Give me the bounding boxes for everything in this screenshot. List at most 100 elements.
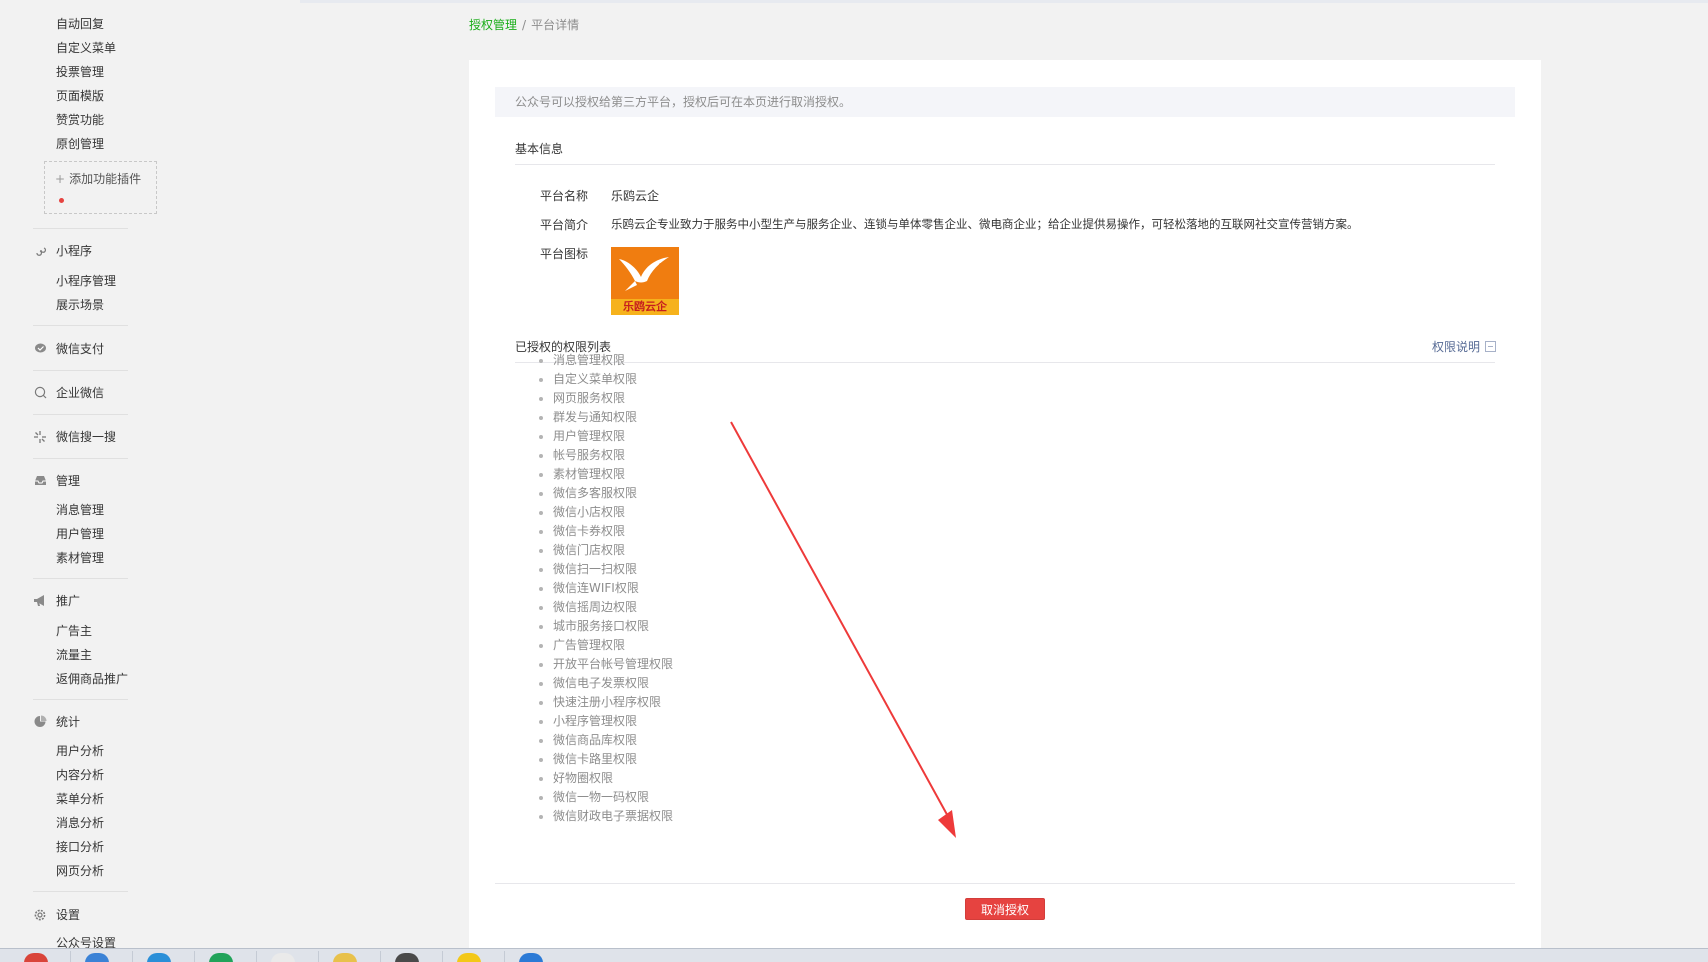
- sidebar-item-user-analysis[interactable]: 用户分析: [56, 742, 104, 759]
- platform-name-label: 平台名称: [540, 189, 589, 203]
- miniprogram-icon: [33, 244, 47, 258]
- permission-item: 城市服务接口权限: [539, 617, 673, 636]
- sidebar-item-vote[interactable]: 投票管理: [56, 63, 104, 80]
- permission-item: 快速注册小程序权限: [539, 693, 673, 712]
- sidebar-item-page-template[interactable]: 页面模版: [56, 87, 104, 104]
- sidebar-section-stats[interactable]: 统计: [33, 713, 80, 730]
- sidebar-section-wxpay[interactable]: 微信支付: [33, 340, 104, 357]
- inbox-icon: [33, 474, 47, 488]
- sidebar-item-advertiser[interactable]: 广告主: [56, 622, 92, 639]
- taskbar-app-icon[interactable]: [504, 951, 561, 962]
- permission-item: 网页服务权限: [539, 389, 673, 408]
- permission-item: 微信一物一码权限: [539, 788, 673, 807]
- add-plugin-label: + 添加功能插件: [55, 172, 142, 186]
- taskbar-app-icon[interactable]: [194, 951, 251, 962]
- permission-item: 微信门店权限: [539, 541, 673, 560]
- permission-item: 微信商品库权限: [539, 731, 673, 750]
- collapse-icon: [1485, 341, 1497, 352]
- megaphone-icon: [33, 594, 47, 608]
- logo-text: 乐鸥云企: [611, 299, 679, 315]
- sidebar-divider: [33, 458, 128, 459]
- add-plugin-button[interactable]: + 添加功能插件: [44, 161, 157, 214]
- taskbar-app-icon[interactable]: [10, 951, 66, 962]
- cancel-authorization-button[interactable]: 取消授权: [965, 898, 1045, 920]
- sidebar-item-original[interactable]: 原创管理: [56, 135, 104, 152]
- permission-item: 帐号服务权限: [539, 446, 673, 465]
- platform-intro-value: 乐鸥云企专业致力于服务中小型生产与服务企业、连锁与单体零售企业、微电商企业；给企…: [611, 217, 1359, 231]
- permission-item: 微信卡券权限: [539, 522, 673, 541]
- sidebar-section-wework[interactable]: 企业微信: [33, 384, 104, 401]
- taskbar-app-icon[interactable]: [318, 951, 375, 962]
- sidebar-item-content-analysis[interactable]: 内容分析: [56, 766, 104, 783]
- new-badge-dot: [59, 198, 64, 203]
- taskbar-app-icon[interactable]: [70, 951, 127, 962]
- sidebar-section-search[interactable]: 微信搜一搜: [33, 428, 116, 445]
- sidebar-item-auto-reply[interactable]: 自动回复: [56, 15, 104, 32]
- taskbar-app-icon[interactable]: [256, 951, 313, 962]
- permission-item: 素材管理权限: [539, 465, 673, 484]
- taskbar-app-icon[interactable]: [380, 951, 437, 962]
- sidebar-item-message-manage[interactable]: 消息管理: [56, 501, 104, 518]
- permission-item: 微信财政电子票据权限: [539, 807, 673, 826]
- sidebar-item-message-analysis[interactable]: 消息分析: [56, 814, 104, 831]
- sidebar-divider: [33, 699, 128, 700]
- plus-icon: +: [55, 172, 66, 186]
- sidebar-divider: [33, 228, 128, 229]
- sidebar-item-menu-analysis[interactable]: 菜单分析: [56, 790, 104, 807]
- sidebar-divider: [33, 414, 128, 415]
- platform-name-value: 乐鸥云企: [611, 189, 660, 203]
- permission-item: 群发与通知权限: [539, 408, 673, 427]
- platform-intro-label: 平台简介: [540, 218, 589, 232]
- sidebar: 自动回复 自定义菜单 投票管理 页面模版 赞赏功能 原创管理 + 添加功能插件 小…: [0, 0, 300, 950]
- permission-list: 消息管理权限 自定义菜单权限 网页服务权限 群发与通知权限 用户管理权限 帐号服务权限 素材…: [539, 351, 673, 826]
- permission-item: 消息管理权限: [539, 351, 673, 370]
- wework-icon: [33, 386, 47, 400]
- platform-icon-label: 平台图标: [540, 247, 589, 261]
- permission-item: 自定义菜单权限: [539, 370, 673, 389]
- sidebar-divider: [33, 370, 128, 371]
- sidebar-item-miniprogram-manage[interactable]: 小程序管理: [56, 272, 116, 289]
- permission-item: 微信连WIFI权限: [539, 579, 673, 598]
- seagull-icon: [619, 257, 669, 291]
- permission-item: 微信卡路里权限: [539, 750, 673, 769]
- basic-info-title: 基本信息: [515, 142, 564, 156]
- permission-item: 微信多客服权限: [539, 484, 673, 503]
- sidebar-divider: [33, 325, 128, 326]
- sparkle-icon: [33, 430, 47, 444]
- permission-item: 微信扫一扫权限: [539, 560, 673, 579]
- breadcrumb-current: 平台详情: [531, 18, 580, 32]
- wxpay-icon: [33, 342, 47, 356]
- permission-help-link[interactable]: 权限说明: [1432, 338, 1497, 355]
- os-taskbar: [0, 948, 1708, 962]
- permission-item: 小程序管理权限: [539, 712, 673, 731]
- gear-icon: [33, 908, 47, 922]
- permission-item: 微信摇周边权限: [539, 598, 673, 617]
- sidebar-item-reward[interactable]: 赞赏功能: [56, 111, 104, 128]
- sidebar-item-traffic-owner[interactable]: 流量主: [56, 646, 92, 663]
- permission-item: 微信小店权限: [539, 503, 673, 522]
- breadcrumb-link-auth-manage[interactable]: 授权管理: [469, 18, 517, 32]
- sidebar-section-promote[interactable]: 推广: [33, 592, 80, 609]
- platform-logo: 乐鸥云企: [611, 247, 679, 315]
- sidebar-item-custom-menu[interactable]: 自定义菜单: [56, 39, 116, 56]
- permission-item: 微信电子发票权限: [539, 674, 673, 693]
- sidebar-item-display-scene[interactable]: 展示场景: [56, 296, 104, 313]
- sidebar-divider: [33, 891, 128, 892]
- taskbar-app-icon[interactable]: [442, 951, 499, 962]
- sidebar-divider: [33, 578, 128, 579]
- breadcrumb: 授权管理 / 平台详情: [469, 16, 579, 33]
- sidebar-section-manage[interactable]: 管理: [33, 472, 80, 489]
- permission-item: 广告管理权限: [539, 636, 673, 655]
- sidebar-item-commission-promo[interactable]: 返佣商品推广: [56, 670, 128, 687]
- sidebar-section-miniprogram[interactable]: 小程序: [33, 242, 92, 259]
- sidebar-section-settings[interactable]: 设置: [33, 906, 80, 923]
- notice-bar: 公众号可以授权给第三方平台，授权后可在本页进行取消授权。: [495, 87, 1515, 117]
- footer-divider: [495, 883, 1515, 884]
- sidebar-item-api-analysis[interactable]: 接口分析: [56, 838, 104, 855]
- section-divider: [515, 164, 1495, 165]
- sidebar-item-material-manage[interactable]: 素材管理: [56, 549, 104, 566]
- taskbar-app-icon[interactable]: [132, 951, 189, 962]
- breadcrumb-separator: /: [522, 18, 527, 32]
- sidebar-item-web-analysis[interactable]: 网页分析: [56, 862, 104, 879]
- sidebar-item-user-manage[interactable]: 用户管理: [56, 525, 104, 542]
